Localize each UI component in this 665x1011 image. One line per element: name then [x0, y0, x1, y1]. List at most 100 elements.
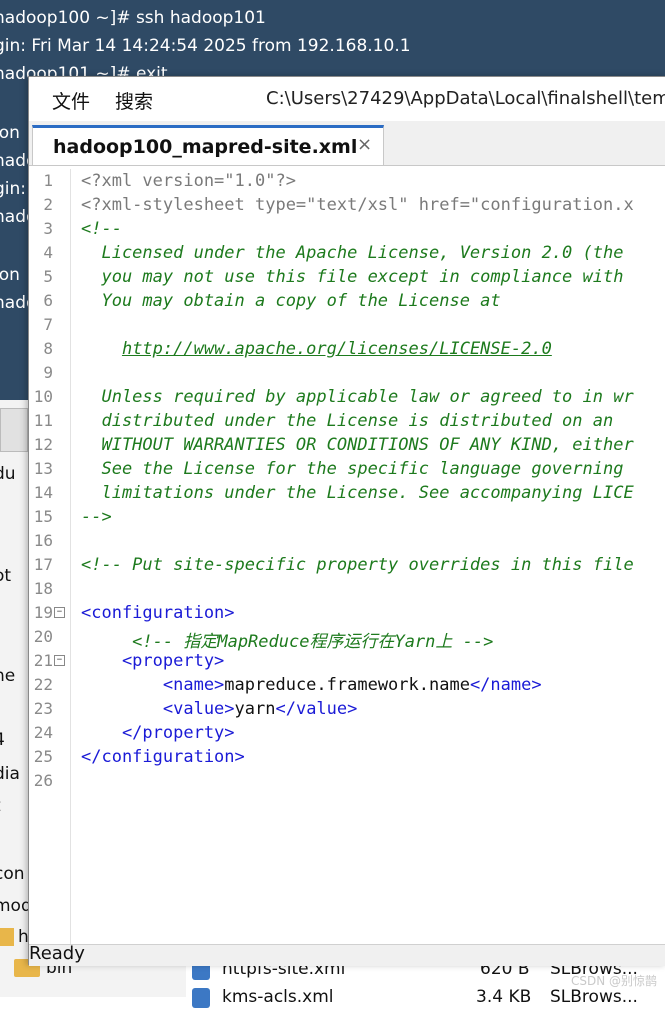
line-number: 23	[33, 699, 53, 718]
code-line: 24 </property>	[29, 721, 665, 745]
token-tag: <value>	[81, 699, 235, 719]
status-text: Ready	[29, 943, 85, 964]
status-bar: Ready	[29, 943, 665, 966]
folder-icon	[0, 928, 14, 946]
line-number: 15	[33, 507, 53, 526]
line-number: 9	[43, 363, 53, 382]
tab-mapred-site[interactable]: hadoop100_mapred-site.xml ×	[32, 125, 384, 165]
code-area[interactable]: 1 <?xml version="1.0"?> 2 <?xml-stylesheet …	[29, 169, 665, 944]
token-link[interactable]: http://www.apache.org/licenses/LICENSE-2…	[122, 339, 552, 359]
line-text: WITHOUT WARRANTIES OR CONDITIONS OF ANY …	[81, 435, 634, 455]
file-size: 3.4 KB	[476, 987, 532, 1007]
token-tag: </property>	[81, 723, 235, 743]
code-line: 16	[29, 529, 665, 553]
explorer-text-fragment: ot	[0, 566, 12, 586]
line-number: 10	[33, 387, 53, 406]
code-line: 11 distributed under the License is dist…	[29, 409, 665, 433]
code-line: 22 <name>mapreduce.framework.name</name>	[29, 673, 665, 697]
line-text: <value>yarn</value>	[81, 699, 358, 719]
line-text: http://www.apache.org/licenses/LICENSE-2…	[81, 339, 552, 359]
token-cmt: You may obtain a copy of the License at	[81, 291, 501, 311]
line-number: 24	[33, 723, 53, 742]
line-number: 6	[43, 291, 53, 310]
terminal-line: gin:	[0, 179, 27, 199]
code-line: 10 Unless required by applicable law or …	[29, 385, 665, 409]
line-number: 5	[43, 267, 53, 286]
code-line: 2 <?xml-stylesheet type="text/xsl" href="…	[29, 193, 665, 217]
menu-file[interactable]: 文件	[52, 87, 90, 114]
explorer-text-fragment: mod	[0, 896, 32, 916]
code-line: 12 WITHOUT WARRANTIES OR CONDITIONS OF A…	[29, 433, 665, 457]
close-icon[interactable]: ×	[357, 134, 372, 155]
explorer-toolbar-button[interactable]	[0, 408, 28, 452]
line-text: you may not use this file except in comp…	[81, 267, 623, 287]
code-line: 7	[29, 313, 665, 337]
menu-search[interactable]: 搜索	[115, 87, 153, 114]
code-line: 15 -->	[29, 505, 665, 529]
fold-toggle-icon[interactable]: −	[54, 655, 65, 666]
fold-toggle-icon[interactable]: −	[54, 607, 65, 618]
token-cmt: See the License for the specific languag…	[81, 459, 624, 479]
line-text: <?xml-stylesheet type="text/xsl" href="c…	[81, 195, 634, 215]
code-line: 4 Licensed under the Apache License, Ver…	[29, 241, 665, 265]
line-text: <property>	[81, 651, 224, 671]
code-line: 9	[29, 361, 665, 385]
token-decl: <?xml version="1.0"?>	[81, 171, 296, 191]
terminal-line: hadoop100 ~]# ssh hadoop101	[0, 8, 266, 28]
line-number: 12	[33, 435, 53, 454]
line-text: </property>	[81, 723, 235, 743]
line-text: <name>mapreduce.framework.name</name>	[81, 675, 542, 695]
editor-window: 文件 搜索 C:\Users\27429\AppData\Local\final…	[28, 76, 665, 966]
explorer-text-fragment: ne	[0, 666, 16, 686]
line-text: -->	[81, 507, 112, 527]
line-number: 4	[43, 243, 53, 262]
line-number: 22	[33, 675, 53, 694]
terminal-line: gin: Fri Mar 14 14:24:54 2025 from 192.1…	[0, 36, 411, 56]
line-number: 20	[33, 627, 53, 646]
code-line: 14 limitations under the License. See ac…	[29, 481, 665, 505]
token-tag: </name>	[469, 675, 542, 695]
explorer-text-fragment: dia	[0, 764, 20, 784]
line-number: 25	[33, 747, 53, 766]
token-cmt: distributed under the License is distrib…	[81, 411, 614, 431]
code-line: 5 you may not use this file except in co…	[29, 265, 665, 289]
line-text: limitations under the License. See accom…	[81, 483, 634, 503]
token-cmt: you may not use this file except in comp…	[81, 267, 624, 287]
token-decl: <?xml-stylesheet type="text/xsl" href="c…	[81, 195, 634, 215]
line-number: 14	[33, 483, 53, 502]
code-line: 26	[29, 769, 665, 793]
code-line: 1 <?xml version="1.0"?>	[29, 169, 665, 193]
token-tag: </value>	[275, 699, 358, 719]
explorer-text-fragment: du	[0, 464, 16, 484]
line-number: 8	[43, 339, 53, 358]
line-number: 13	[33, 459, 53, 478]
token-cmt: <!-- Put site-specific property override…	[81, 555, 634, 575]
token-cmt: Unless required by applicable law or agr…	[81, 387, 634, 407]
token-tag: <configuration>	[81, 603, 235, 623]
terminal-line: lon	[0, 265, 20, 285]
line-number: 21	[33, 651, 53, 670]
xml-file-icon	[192, 988, 210, 1008]
token-tag: <property>	[81, 651, 225, 671]
menu-bar: 文件 搜索 C:\Users\27429\AppData\Local\final…	[29, 77, 665, 121]
line-text: </configuration>	[81, 747, 245, 767]
code-line: 25 </configuration>	[29, 745, 665, 769]
line-number: 17	[33, 555, 53, 574]
line-number: 1	[43, 171, 53, 190]
token-txt: yarn	[234, 699, 276, 719]
line-number: 16	[33, 531, 53, 550]
line-text: <?xml version="1.0"?>	[81, 171, 296, 191]
line-number: 7	[43, 315, 53, 334]
line-text: Unless required by applicable law or agr…	[81, 387, 634, 407]
token-cmt: limitations under the License. See accom…	[81, 483, 634, 503]
token-cmt: Licensed under the Apache License, Versi…	[81, 243, 624, 263]
code-line: 21− <property>	[29, 649, 665, 673]
explorer-text-fragment: t	[0, 796, 1, 816]
file-path: C:\Users\27429\AppData\Local\finalshell\…	[266, 88, 665, 109]
token-cmt: WITHOUT WARRANTIES OR CONDITIONS OF ANY …	[81, 435, 634, 455]
code-line: 8 http://www.apache.org/licenses/LICENSE…	[29, 337, 665, 361]
watermark: CSDN @别惊鹊	[570, 974, 657, 988]
code-line: 13 See the License for the specific lang…	[29, 457, 665, 481]
tab-bar: hadoop100_mapred-site.xml ×	[29, 121, 665, 166]
line-number: 26	[33, 771, 53, 790]
